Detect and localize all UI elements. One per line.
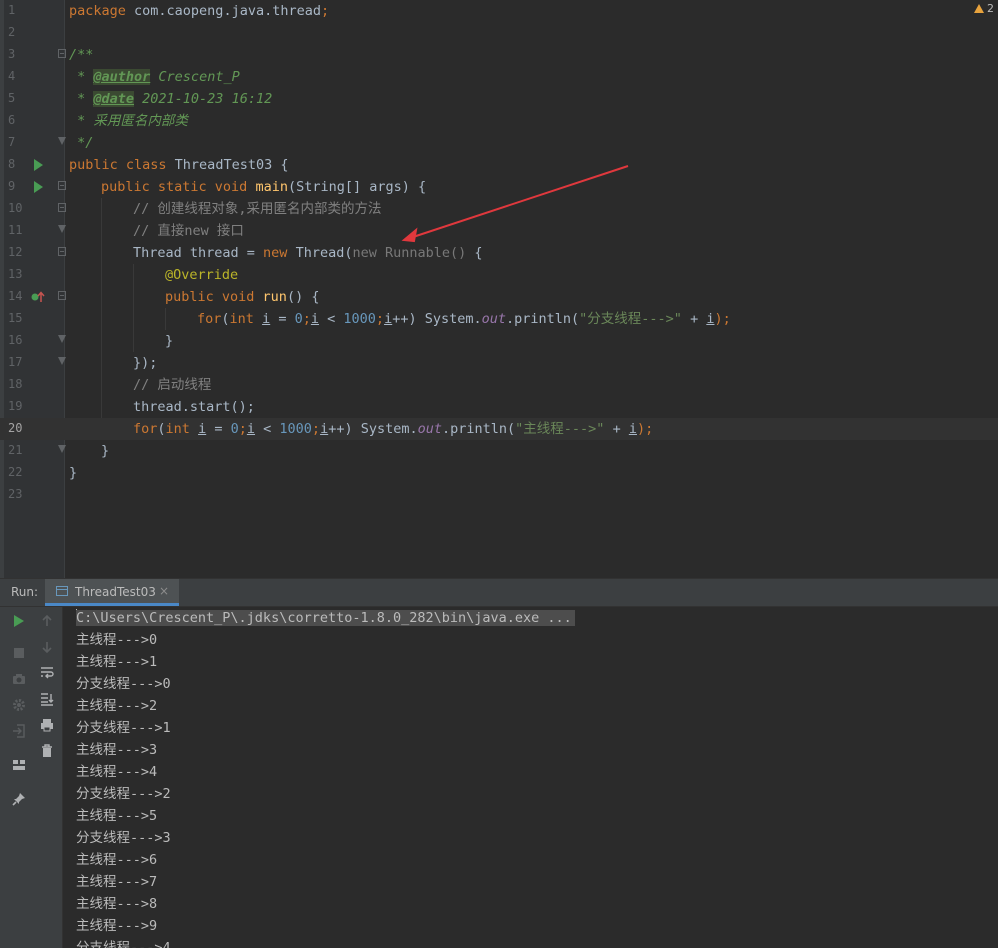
fold-toggle[interactable] <box>58 137 66 146</box>
line-number: 5 <box>8 91 16 105</box>
camera-icon[interactable] <box>11 671 27 687</box>
fold-toggle[interactable] <box>58 203 66 212</box>
code-line: 14 public void run() { <box>8 289 320 305</box>
exit-icon[interactable] <box>11 723 27 739</box>
code-line: 18 // 启动线程 <box>8 377 212 393</box>
override-method-icon[interactable] <box>31 291 45 303</box>
code-line: 10 // 创建线程对象,采用匿名内部类的方法 <box>8 201 382 217</box>
fold-toggle[interactable] <box>58 357 66 366</box>
code-line: 9 public static void main(String[] args)… <box>8 179 427 195</box>
code-line: 2 <box>0 22 998 44</box>
console-line: 主线程--->9 <box>76 918 158 934</box>
line-number: 7 <box>8 135 16 149</box>
console-tab-icon <box>56 586 68 596</box>
print-icon[interactable] <box>39 717 55 733</box>
line-number: 4 <box>8 69 16 83</box>
code-line: 4 * @author Crescent_P <box>8 69 240 85</box>
settings-gear-icon[interactable] <box>11 697 27 713</box>
soft-wrap-icon[interactable] <box>39 665 55 681</box>
console-output[interactable]: C:\Users\Crescent_P\.jdks\corretto-1.8.0… <box>68 607 998 948</box>
fold-toggle[interactable] <box>58 181 66 190</box>
code-line-current: 20 for(int i = 0;i < 1000;i++) System.ou… <box>0 418 998 440</box>
code-editor[interactable]: 2 1 package com.caopeng.java.thread; 2 3… <box>0 0 998 578</box>
code-line: 6 * 采用匿名内部类 <box>8 113 188 129</box>
line-number: 20 <box>8 421 23 435</box>
code-line: 8 public class ThreadTest03 { <box>8 157 289 173</box>
line-number: 14 <box>8 289 23 303</box>
code-line: 23 <box>0 484 998 506</box>
code-line: 1 package com.caopeng.java.thread; <box>0 0 998 22</box>
close-icon[interactable]: × <box>159 584 169 598</box>
code-text: package com.caopeng.java.thread; <box>69 3 330 19</box>
line-number: 6 <box>8 113 16 127</box>
run-label: Run: <box>11 585 39 599</box>
run-toolbar <box>0 607 63 948</box>
console-line: 分支线程--->1 <box>76 720 171 736</box>
console-line: 分支线程--->0 <box>76 676 171 692</box>
code-line: 17 }); <box>8 355 158 371</box>
trash-icon[interactable] <box>39 743 55 759</box>
run-main-icon[interactable] <box>34 181 43 193</box>
run-header: Run: ThreadTest03 × <box>0 579 998 607</box>
console-line: 主线程--->7 <box>76 874 158 890</box>
code-line: 16 } <box>8 333 174 349</box>
console-line: 主线程--->5 <box>76 808 158 824</box>
code-line: 19 thread.start(); <box>8 399 255 415</box>
console-line: 分支线程--->2 <box>76 786 171 802</box>
console-line: 主线程--->6 <box>76 852 158 868</box>
pin-icon[interactable] <box>11 791 27 807</box>
console-line: 主线程--->8 <box>76 896 158 912</box>
line-number: 13 <box>8 267 23 281</box>
code-line: 11 // 直接new 接口 <box>8 223 244 239</box>
line-number: 10 <box>8 201 23 215</box>
up-arrow-icon[interactable] <box>39 613 55 629</box>
line-number: 16 <box>8 333 23 347</box>
run-class-icon[interactable] <box>34 159 43 171</box>
line-number: 21 <box>8 443 23 457</box>
fold-toggle[interactable] <box>58 247 66 256</box>
scroll-to-end-icon[interactable] <box>39 691 55 707</box>
line-number: 23 <box>8 487 23 501</box>
line-number: 19 <box>8 399 23 413</box>
code-line: 15 for(int i = 0;i < 1000;i++) System.ou… <box>8 311 731 327</box>
tab-label: ThreadTest03 <box>75 585 156 599</box>
line-number: 15 <box>8 311 23 325</box>
line-number: 1 <box>8 3 16 17</box>
line-number: 22 <box>8 465 23 479</box>
line-number: 3 <box>8 47 16 61</box>
line-number: 9 <box>8 179 16 193</box>
console-line: 主线程--->3 <box>76 742 158 758</box>
code-line: 7 */ <box>8 135 94 151</box>
code-line: 5 * @date 2021-10-23 16:12 <box>8 91 273 107</box>
console-line: 主线程--->2 <box>76 698 158 714</box>
rerun-icon[interactable] <box>11 613 27 629</box>
line-number: 11 <box>8 223 23 237</box>
console-line: 分支线程--->3 <box>76 830 171 846</box>
code-line: 3 /** <box>8 47 94 63</box>
fold-toggle[interactable] <box>58 291 66 300</box>
line-number: 17 <box>8 355 23 369</box>
fold-toggle[interactable] <box>58 225 66 234</box>
code-line: 12 Thread thread = new Thread(new Runnab… <box>8 245 483 261</box>
layout-icon[interactable] <box>11 757 27 773</box>
line-number: 18 <box>8 377 23 391</box>
stop-icon[interactable] <box>11 645 27 661</box>
line-number: 8 <box>8 157 16 171</box>
run-tool-window: Run: ThreadTest03 × C:\Users\Crescent_P\… <box>0 578 998 948</box>
console-command-line: C:\Users\Crescent_P\.jdks\corretto-1.8.0… <box>76 608 575 628</box>
down-arrow-icon[interactable] <box>39 639 55 655</box>
fold-toggle[interactable] <box>58 445 66 454</box>
console-line: 主线程--->4 <box>76 764 158 780</box>
fold-toggle[interactable] <box>58 49 66 58</box>
console-line: 主线程--->1 <box>76 654 158 670</box>
code-line: 22 } <box>8 465 78 481</box>
line-number: 2 <box>8 25 16 39</box>
code-line: 21 } <box>8 443 110 459</box>
code-line: 13 @Override <box>8 267 239 283</box>
fold-toggle[interactable] <box>58 335 66 344</box>
console-line: 主线程--->0 <box>76 632 158 648</box>
line-number: 12 <box>8 245 23 259</box>
tab-threadtest03[interactable]: ThreadTest03 × <box>45 579 179 606</box>
